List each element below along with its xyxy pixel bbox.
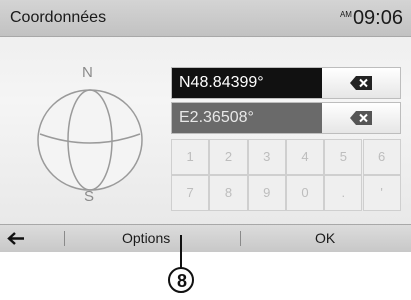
callout-pointer xyxy=(168,235,194,293)
callout-number: 8 xyxy=(176,271,187,291)
